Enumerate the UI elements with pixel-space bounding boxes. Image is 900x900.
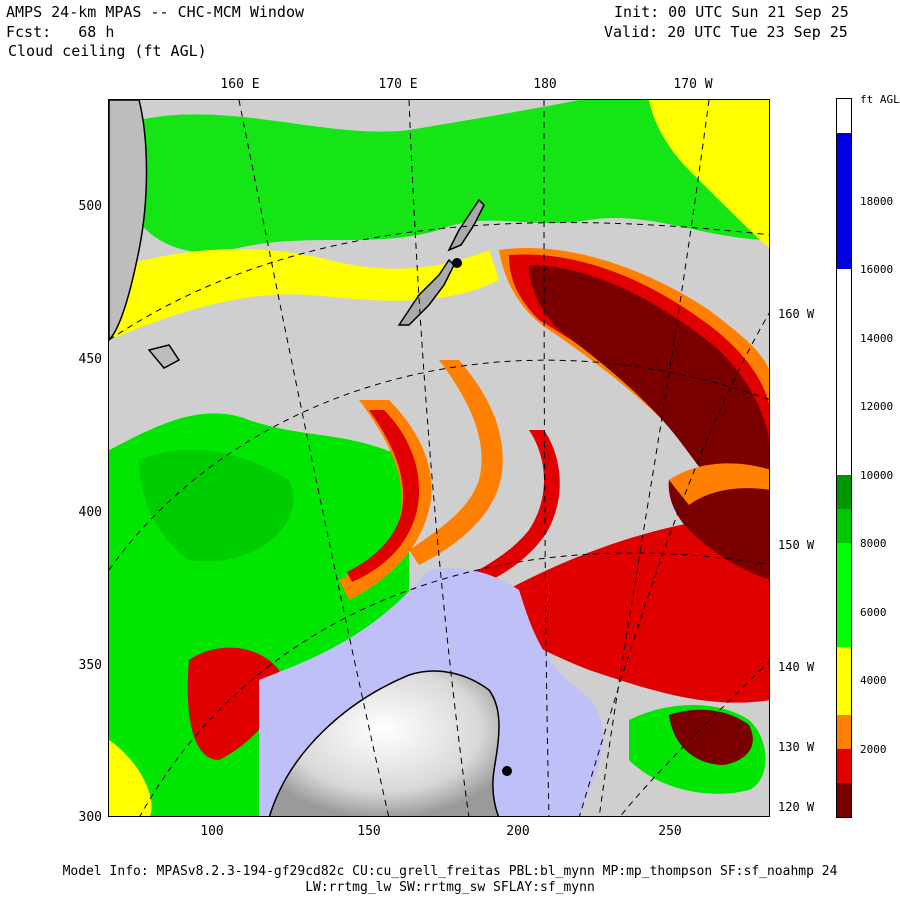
colorbar-seg-white [837, 269, 851, 475]
colorbar-label: 10000 [860, 469, 894, 482]
top-lon-label: 170 W [673, 77, 713, 92]
colorbar-label: 8000 [860, 537, 887, 550]
map-canvas [109, 100, 769, 816]
colorbar-seg-light-green [837, 543, 851, 647]
field-name: Cloud ceiling (ft AGL) [8, 42, 207, 60]
colorbar-label: 12000 [860, 400, 894, 413]
model-info-line1: Model Info: MPASv8.2.3-194-gf29cd82c CU:… [62, 864, 838, 879]
x-tick-label: 200 [506, 824, 530, 839]
top-lon-label: 160 E [220, 77, 260, 92]
y-tick-label: 400 [78, 505, 102, 520]
colorbar-label: 18000 [860, 195, 894, 208]
colorbar-seg-blue [837, 133, 851, 269]
right-lon-label: 160 W [778, 307, 815, 321]
top-lon-label: 180 [533, 77, 557, 92]
right-lon-label: 120 W [778, 800, 815, 814]
colorbar-seg-red [837, 749, 851, 783]
init-time: Init: 00 UTC Sun 21 Sep 25 [614, 3, 849, 21]
x-tick-label: 150 [357, 824, 381, 839]
colorbar-seg-white-top [837, 99, 851, 133]
cloud-ceiling-map [108, 99, 770, 817]
colorbar-unit: ft AGL [860, 93, 900, 106]
valid-time: Valid: 20 UTC Tue 23 Sep 25 [604, 23, 848, 41]
y-tick-label: 500 [78, 199, 102, 214]
colorbar-seg-dark-red [837, 783, 851, 817]
colorbar-label: 4000 [860, 674, 887, 687]
y-tick-label: 300 [78, 810, 102, 825]
title-model: AMPS 24-km MPAS -- CHC-MCM Window [6, 3, 305, 21]
colorbar-label: 16000 [860, 263, 894, 276]
forecast-hour: Fcst: 68 h [6, 23, 115, 41]
right-lon-label: 150 W [778, 538, 815, 552]
colorbar-label: 2000 [860, 743, 887, 756]
x-tick-label: 100 [200, 824, 224, 839]
colorbar [836, 98, 852, 818]
y-tick-label: 350 [78, 658, 102, 673]
y-tick-label: 450 [78, 352, 102, 367]
colorbar-seg-green [837, 509, 851, 543]
colorbar-label: 6000 [860, 606, 887, 619]
model-info-line2: LW:rrtmg_lw SW:rrtmg_sw SFLAY:sf_mynn [305, 880, 595, 895]
christchurch-station-marker [452, 258, 462, 268]
top-lon-label: 170 E [378, 77, 418, 92]
right-lon-label: 140 W [778, 660, 815, 674]
colorbar-label: 14000 [860, 332, 894, 345]
colorbar-seg-orange [837, 715, 851, 749]
colorbar-seg-dark-green [837, 475, 851, 509]
right-lon-label: 130 W [778, 740, 815, 754]
x-tick-label: 250 [658, 824, 682, 839]
mcmurdo-station-marker [502, 766, 512, 776]
colorbar-seg-yellow [837, 647, 851, 715]
